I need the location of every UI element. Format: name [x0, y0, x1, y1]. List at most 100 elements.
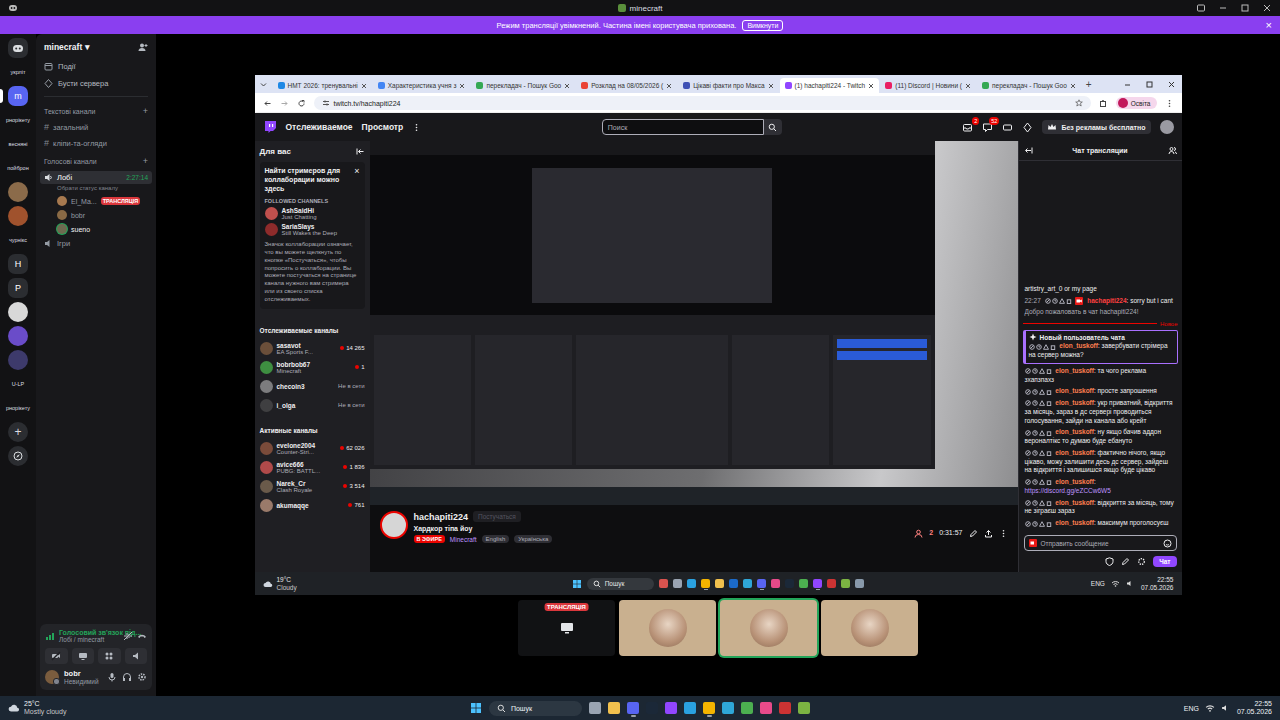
volume-icon[interactable]	[1221, 703, 1231, 713]
tab-close-icon[interactable]	[459, 83, 465, 89]
windows-start-icon[interactable]	[572, 579, 582, 589]
taskbar-app[interactable]	[608, 699, 620, 717]
user-row[interactable]: bobr Невидимий	[45, 669, 147, 685]
wifi-icon[interactable]	[1205, 703, 1215, 713]
rail-item[interactable]	[0, 326, 36, 346]
server-name[interactable]: minecraft ▾	[44, 42, 90, 52]
timeout-icon[interactable]	[1032, 400, 1038, 406]
collab-channel[interactable]: SariaSlays Still Wakes the Deep	[265, 223, 360, 236]
taskbar-app[interactable]	[703, 699, 715, 717]
new-tab-button[interactable]: +	[1082, 79, 1096, 90]
mic-icon[interactable]	[107, 672, 117, 682]
timeout-icon[interactable]	[1032, 521, 1038, 527]
browser-tab[interactable]: перекладач - Пошук Goo	[977, 78, 1081, 93]
shield-icon[interactable]	[1105, 557, 1114, 566]
voice-channel[interactable]: Ігри	[36, 236, 156, 251]
rail-item[interactable]	[0, 302, 36, 322]
channel-row[interactable]: checoin3 Не в сети	[255, 377, 370, 396]
ban-icon[interactable]	[1025, 400, 1031, 406]
browser-tab[interactable]: (11) Discord | Новини (	[880, 78, 976, 93]
timeout-icon[interactable]	[1032, 500, 1038, 506]
chat-message[interactable]: elon_tuskoff: завербувати стрімера на се…	[1027, 341, 1176, 361]
extensions-icon[interactable]	[1099, 99, 1108, 108]
rail-item[interactable]: +	[0, 422, 36, 442]
weather-widget[interactable]: 19°C Cloudy	[263, 576, 423, 591]
clock[interactable]: 22:55 07.05.2026	[1237, 700, 1272, 716]
sidebar-nav-item[interactable]: Бусти сервера	[36, 75, 156, 92]
taskbar-app[interactable]	[684, 699, 696, 717]
reload-icon[interactable]	[297, 99, 306, 108]
mod-actions[interactable]	[1025, 521, 1052, 527]
ad-free-button[interactable]: Без рекламы бесплатно	[1042, 120, 1150, 134]
edit-icon[interactable]	[969, 529, 978, 538]
forward-icon[interactable]	[280, 99, 289, 108]
voice-channel-path[interactable]: Лобі / minecraft	[59, 636, 119, 643]
banner-close-button[interactable]: ×	[1266, 20, 1272, 31]
add-channel-button[interactable]: +	[143, 107, 148, 116]
disable-button[interactable]: Вимкнути	[742, 20, 783, 31]
server-avatar[interactable]	[8, 182, 28, 202]
ban-icon[interactable]	[1025, 430, 1031, 436]
rail-item[interactable]	[0, 38, 36, 58]
taskbar-app[interactable]	[798, 699, 810, 717]
voice-member[interactable]: sueno	[36, 222, 156, 236]
knock-button[interactable]: Постучаться	[473, 511, 521, 522]
language[interactable]: ENG	[1184, 705, 1199, 712]
ban-icon[interactable]	[1025, 500, 1031, 506]
channel-row[interactable]: evelone2004 Counter-Stri... 62 026	[255, 439, 370, 458]
tag[interactable]: English	[482, 535, 510, 543]
delete-icon[interactable]	[1046, 430, 1052, 436]
ban-icon[interactable]	[1025, 450, 1031, 456]
taskbar-app[interactable]	[627, 699, 639, 717]
tab-close-icon[interactable]	[965, 83, 971, 89]
taskbar-app[interactable]	[665, 699, 677, 717]
channel-row[interactable]: i_olga Не в сети	[255, 396, 370, 415]
ban-icon[interactable]	[1025, 389, 1031, 395]
tab-close-icon[interactable]	[564, 83, 570, 89]
browser-tab[interactable]: Розклад на 08/05/2026 (	[576, 78, 677, 93]
notifications-button[interactable]: 52	[982, 122, 993, 133]
chat-send-button[interactable]: Чат	[1153, 556, 1176, 567]
delete-icon[interactable]	[1046, 521, 1052, 527]
language[interactable]: ENG	[1091, 580, 1105, 587]
taskbar-app[interactable]	[701, 577, 710, 590]
taskbar-app[interactable]	[589, 699, 601, 717]
mod-actions[interactable]	[1045, 298, 1072, 304]
voice-member[interactable]: bobr	[36, 208, 156, 222]
emote-icon[interactable]	[1163, 539, 1172, 548]
taskbar-app[interactable]	[841, 577, 850, 590]
rail-item[interactable]	[0, 350, 36, 370]
voice-channel[interactable]: Лобі 2:27:14	[40, 171, 152, 184]
chat-username[interactable]: elon_tuskoff	[1055, 387, 1094, 394]
volume-icon[interactable]	[1126, 579, 1135, 588]
browser-tab[interactable]: (1) hachapiti224 - Twitch	[780, 78, 880, 93]
channel-row[interactable]: avice666 PUBG: BATTL... 1 836	[255, 458, 370, 477]
chat-message[interactable]: elon_tuskoff: максимум проголосуєш	[1023, 518, 1178, 529]
twitch-logo-icon[interactable]	[263, 120, 277, 134]
warn-icon[interactable]	[1039, 479, 1045, 485]
server-avatar[interactable]	[8, 302, 28, 322]
disconnect-icon[interactable]	[137, 631, 147, 641]
chat-message[interactable]: elon_tuskoff: фактично нічого, якщо ціка…	[1023, 448, 1178, 476]
twitch-nav-link[interactable]: Отслеживаемое	[286, 122, 353, 132]
address-bar[interactable]: twitch.tv/hachapiti224	[314, 96, 1091, 110]
text-channel[interactable]: # кліпи-та-огляди	[36, 135, 156, 151]
warn-icon[interactable]	[1039, 368, 1045, 374]
rail-item[interactable]	[0, 182, 36, 202]
noise-icon[interactable]	[123, 631, 133, 641]
delete-icon[interactable]	[1066, 298, 1072, 304]
add-server-button[interactable]: +	[8, 422, 28, 442]
ban-icon[interactable]	[1025, 368, 1031, 374]
taskbar-app[interactable]	[646, 699, 658, 717]
star-icon[interactable]	[1075, 99, 1083, 107]
text-category[interactable]: Текстові канали +	[36, 101, 156, 119]
minimize-icon[interactable]	[1123, 80, 1132, 89]
browser-tab[interactable]: перекладач - Пошук Goo	[471, 78, 575, 93]
profile-button[interactable]: Освіта	[1116, 97, 1157, 109]
mod-actions[interactable]	[1025, 479, 1052, 485]
delete-icon[interactable]	[1046, 450, 1052, 456]
chat-username[interactable]: hachapiti224	[1087, 297, 1126, 304]
twitch-nav-link[interactable]: Просмотр	[362, 122, 404, 132]
chat-username[interactable]: elon_tuskoff	[1055, 367, 1094, 374]
users-icon[interactable]	[1168, 146, 1177, 155]
